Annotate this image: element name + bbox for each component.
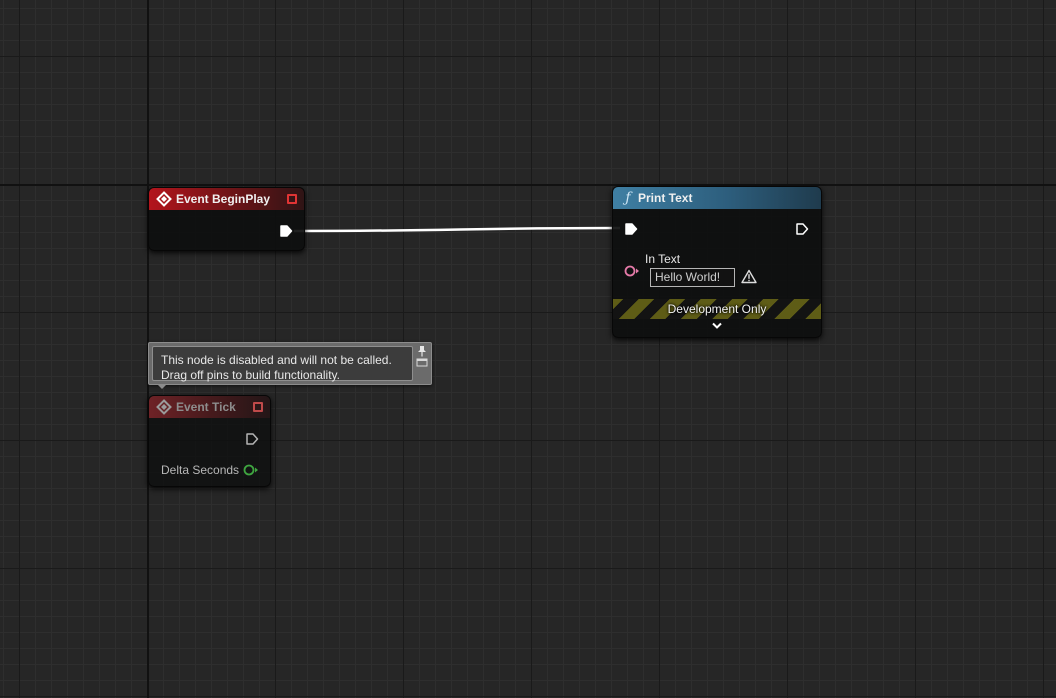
pin-icon[interactable] bbox=[416, 345, 428, 357]
print-text-title: Print Text bbox=[638, 191, 693, 205]
in-text-input[interactable]: Hello World! bbox=[650, 268, 735, 287]
warning-icon bbox=[741, 269, 757, 284]
event-diamond-icon bbox=[156, 191, 172, 207]
tooltip-panel: This node is disabled and will not be ca… bbox=[152, 346, 413, 382]
in-text-label: In Text bbox=[645, 252, 681, 266]
delta-seconds-pin[interactable] bbox=[243, 463, 259, 477]
disabled-node-tooltip: This node is disabled and will not be ca… bbox=[148, 342, 432, 389]
exec-output-pin[interactable] bbox=[279, 224, 293, 238]
event-beginplay-title: Event BeginPlay bbox=[176, 192, 271, 206]
blueprint-graph-canvas[interactable]: Event BeginPlay ƒ Print Text In Text Hel… bbox=[0, 0, 1056, 698]
exec-wire-beginplay-to-printtext[interactable] bbox=[293, 226, 621, 233]
chevron-down-icon[interactable] bbox=[711, 321, 723, 331]
print-text-node[interactable]: ƒ Print Text In Text Hello World! Develo… bbox=[612, 186, 822, 338]
event-tick-node[interactable]: Event Tick Delta Seconds bbox=[148, 395, 271, 487]
graph-link-icon[interactable] bbox=[416, 358, 428, 368]
print-text-header[interactable]: ƒ Print Text bbox=[613, 187, 821, 209]
event-tick-header[interactable]: Event Tick bbox=[149, 396, 270, 418]
development-only-label: Development Only bbox=[667, 302, 767, 316]
exec-output-pin[interactable] bbox=[795, 222, 809, 236]
tooltip-tail bbox=[157, 384, 167, 389]
delegate-output-pin[interactable] bbox=[253, 402, 263, 412]
event-tick-title: Event Tick bbox=[176, 400, 236, 414]
tooltip-text: This node is disabled and will not be ca… bbox=[161, 353, 392, 382]
function-icon: ƒ bbox=[625, 190, 631, 206]
delegate-output-pin[interactable] bbox=[287, 194, 297, 204]
event-beginplay-node[interactable]: Event BeginPlay bbox=[148, 187, 305, 251]
delta-seconds-label: Delta Seconds bbox=[161, 463, 240, 477]
event-diamond-icon bbox=[156, 399, 172, 415]
in-text-pin[interactable] bbox=[624, 264, 640, 278]
event-beginplay-header[interactable]: Event BeginPlay bbox=[149, 188, 304, 210]
exec-input-pin[interactable] bbox=[624, 222, 638, 236]
exec-output-pin[interactable] bbox=[245, 432, 259, 446]
